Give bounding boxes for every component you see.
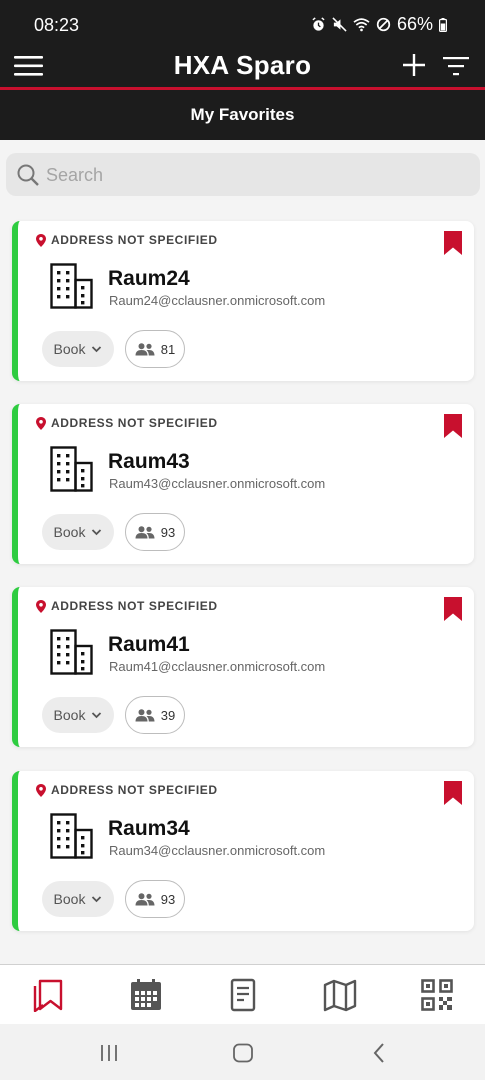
room-address-label: ADDRESS NOT SPECIFIED — [51, 599, 218, 613]
capacity-badge[interactable]: 93 — [125, 513, 185, 551]
wifi-icon — [353, 18, 370, 32]
room-card[interactable]: ADDRESS NOT SPECIFIED Raum34 Raum34@ccla… — [12, 771, 474, 931]
building-icon — [50, 813, 93, 859]
nav-calendar[interactable] — [128, 977, 164, 1013]
people-icon — [135, 892, 155, 905]
room-address: ADDRESS NOT SPECIFIED — [36, 416, 218, 430]
room-card[interactable]: ADDRESS NOT SPECIFIED Raum43 Raum43@ccla… — [12, 404, 474, 564]
mute-icon — [332, 17, 347, 32]
plus-icon — [403, 54, 425, 76]
home-icon — [233, 1043, 253, 1063]
capacity-count: 81 — [160, 341, 176, 357]
book-label: Book — [53, 707, 86, 723]
room-email: Raum41@cclausner.onmicrosoft.com — [109, 659, 326, 674]
filter-icon — [443, 57, 469, 76]
room-address: ADDRESS NOT SPECIFIED — [36, 599, 218, 613]
book-dropdown[interactable]: Book — [42, 881, 114, 917]
room-card[interactable]: ADDRESS NOT SPECIFIED Raum41 Raum41@ccla… — [12, 587, 474, 747]
recent-apps-icon — [101, 1045, 117, 1061]
capacity-count: 93 — [160, 524, 176, 540]
location-pin-icon — [36, 416, 46, 430]
capacity-badge[interactable]: 93 — [125, 880, 185, 918]
bookmark-icon[interactable] — [444, 414, 462, 438]
bookmark-icon[interactable] — [444, 597, 462, 621]
page-title: My Favorites — [0, 90, 485, 140]
book-label: Book — [53, 524, 86, 540]
search-input[interactable] — [46, 159, 466, 191]
room-name: Raum24 — [108, 267, 190, 290]
room-name: Raum41 — [108, 633, 190, 656]
qr-code-icon — [421, 979, 453, 1011]
room-address-label: ADDRESS NOT SPECIFIED — [51, 783, 218, 797]
status-bar: 08:23 66% — [0, 0, 485, 42]
people-icon — [135, 342, 155, 355]
room-email: Raum24@cclausner.onmicrosoft.com — [109, 293, 326, 308]
book-dropdown[interactable]: Book — [42, 514, 114, 550]
capacity-badge[interactable]: 81 — [125, 330, 185, 368]
chevron-down-icon — [92, 896, 102, 903]
people-icon — [135, 708, 155, 721]
location-pin-icon — [36, 783, 46, 797]
room-name: Raum34 — [108, 817, 190, 840]
room-card[interactable]: ADDRESS NOT SPECIFIED Raum24 Raum24@ccla… — [12, 221, 474, 381]
add-button[interactable] — [401, 52, 427, 78]
room-name: Raum43 — [108, 450, 190, 473]
nav-map[interactable] — [322, 977, 358, 1013]
bookmark-icon[interactable] — [444, 231, 462, 255]
room-address-label: ADDRESS NOT SPECIFIED — [51, 416, 218, 430]
book-dropdown[interactable]: Book — [42, 331, 114, 367]
map-icon — [323, 979, 357, 1012]
people-icon — [135, 525, 155, 538]
room-address: ADDRESS NOT SPECIFIED — [36, 233, 218, 247]
chevron-down-icon — [92, 529, 102, 536]
app-bar: HXA Sparo — [0, 42, 485, 90]
home-button[interactable] — [231, 1042, 255, 1064]
chevron-down-icon — [92, 712, 102, 719]
capacity-count: 39 — [160, 707, 176, 723]
book-dropdown[interactable]: Book — [42, 697, 114, 733]
bookmarks-icon — [33, 979, 63, 1012]
system-nav-bar — [0, 1024, 485, 1080]
nav-documents[interactable] — [225, 977, 261, 1013]
building-icon — [50, 446, 93, 492]
back-button[interactable] — [370, 1042, 388, 1064]
room-email: Raum43@cclausner.onmicrosoft.com — [109, 476, 326, 491]
book-label: Book — [53, 891, 86, 907]
capacity-count: 93 — [160, 891, 176, 907]
back-icon — [373, 1043, 384, 1063]
nav-qr[interactable] — [419, 977, 455, 1013]
status-icons: 66% — [311, 14, 447, 35]
bookmark-icon[interactable] — [444, 781, 462, 805]
location-pin-icon — [36, 599, 46, 613]
status-time: 08:23 — [34, 15, 80, 35]
dnd-icon — [376, 17, 391, 32]
room-address-label: ADDRESS NOT SPECIFIED — [51, 233, 218, 247]
battery-percent: 66% — [396, 14, 433, 34]
bottom-nav — [0, 964, 485, 1024]
building-icon — [50, 629, 93, 675]
building-icon — [50, 263, 93, 309]
filter-button[interactable] — [443, 56, 469, 76]
location-pin-icon — [36, 233, 46, 247]
room-address: ADDRESS NOT SPECIFIED — [36, 783, 218, 797]
book-label: Book — [53, 341, 86, 357]
alarm-icon — [312, 17, 325, 31]
capacity-badge[interactable]: 39 — [125, 696, 185, 734]
battery-icon — [439, 17, 447, 32]
document-icon — [230, 978, 256, 1012]
search-icon — [17, 164, 39, 186]
room-email: Raum34@cclausner.onmicrosoft.com — [109, 843, 326, 858]
calendar-icon — [131, 979, 161, 1010]
recent-apps-button[interactable] — [98, 1042, 120, 1064]
search-bar[interactable] — [6, 153, 480, 196]
chevron-down-icon — [92, 346, 102, 353]
nav-favorites[interactable] — [30, 977, 66, 1013]
